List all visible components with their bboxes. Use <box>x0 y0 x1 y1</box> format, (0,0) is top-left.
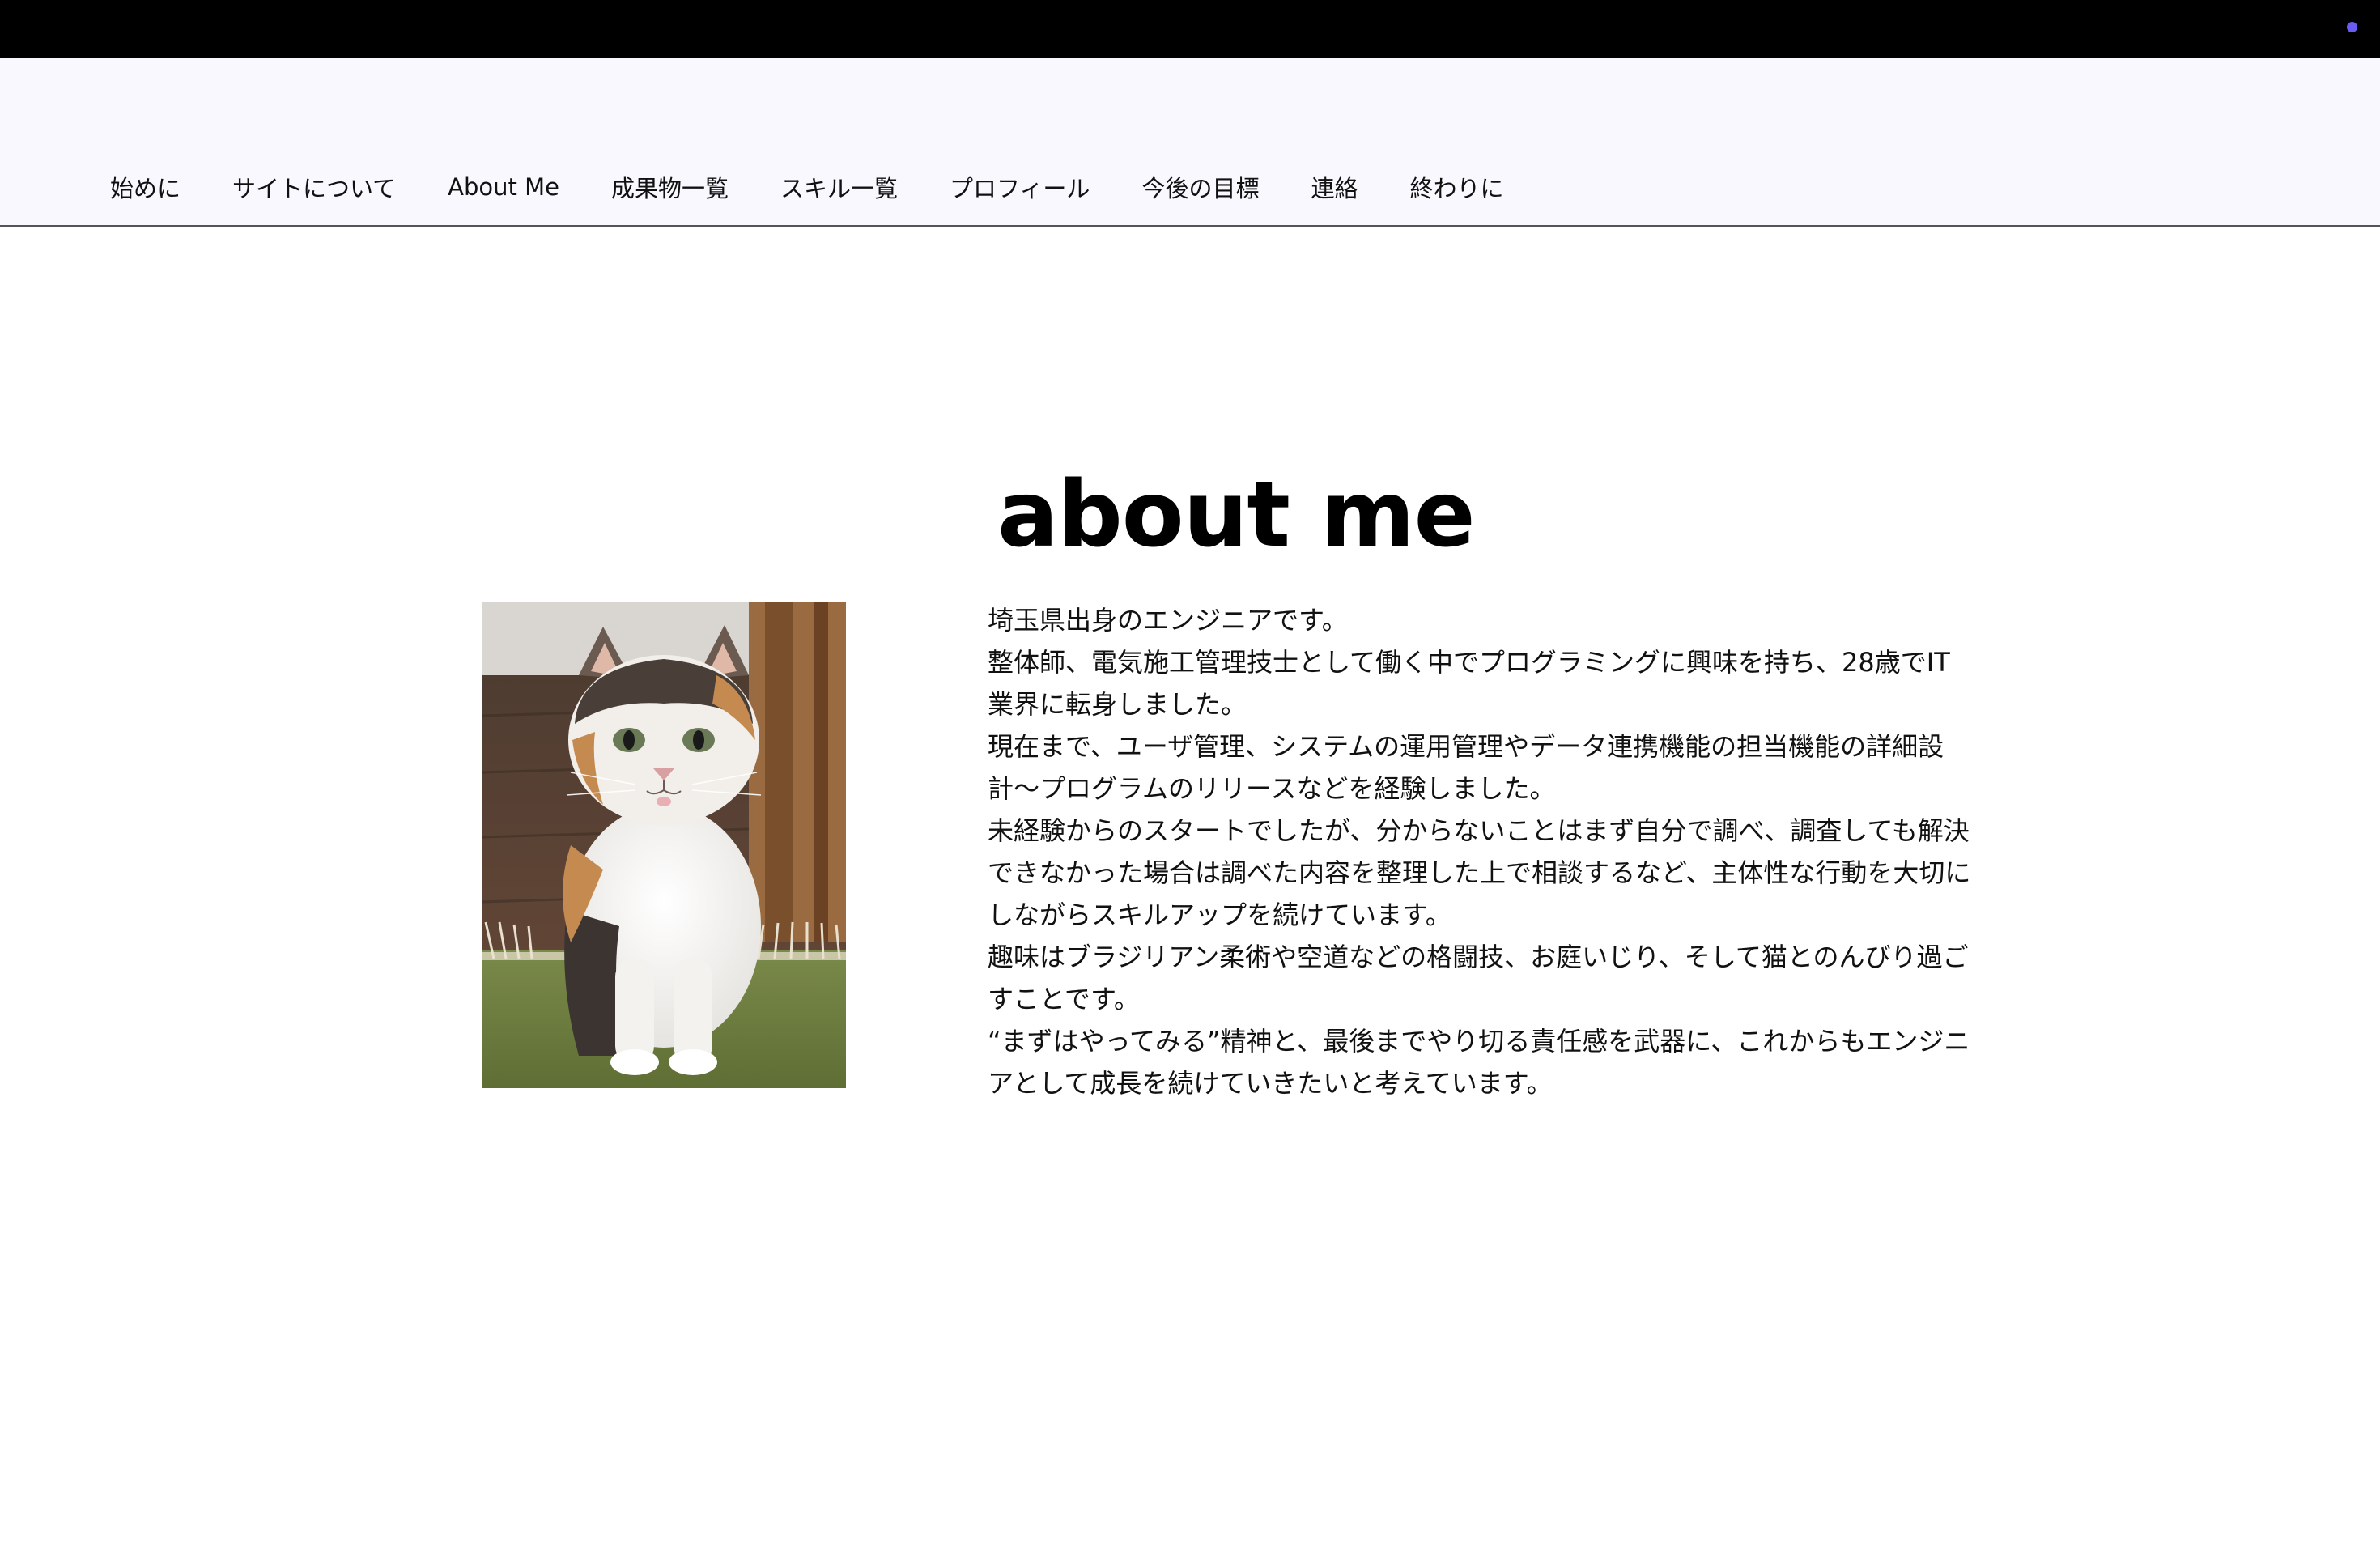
cat-photo <box>482 602 846 1088</box>
bio-paragraph: “まずはやってみる”精神と、最後までやり切る責任感を武器に、これからもエンジニア… <box>988 1026 1970 1099</box>
site-header: 始めに サイトについて About Me 成果物一覧 スキル一覧 プロフィール … <box>0 58 2380 227</box>
about-section: about me 埼玉県出身のエンジニアです。 整体師、電気施工管理技士として働… <box>0 227 2380 1548</box>
nav-item-works[interactable]: 成果物一覧 <box>611 170 729 204</box>
about-bio: 埼玉県出身のエンジニアです。 整体師、電気施工管理技士として働く中でプログラミン… <box>988 599 1975 1104</box>
nav-item-site[interactable]: サイトについて <box>232 170 396 204</box>
status-dot-icon <box>2347 22 2357 32</box>
bio-paragraph: 現在まで、ユーザ管理、システムの運用管理やデータ連携機能の担当機能の詳細設計〜プ… <box>988 731 1944 804</box>
top-bar <box>0 0 2380 58</box>
bio-paragraph: 趣味はブラジリアン柔術や空道などの格闘技、お庭いじり、そして猫とのんびり過ごすこ… <box>988 942 1969 1014</box>
nav-item-hajimeni[interactable]: 始めに <box>110 170 181 204</box>
page-title: about me <box>997 462 1476 568</box>
bio-paragraph: 埼玉県出身のエンジニアです。 <box>988 605 1348 636</box>
global-nav: 始めに サイトについて About Me 成果物一覧 スキル一覧 プロフィール … <box>110 170 1503 204</box>
nav-item-contact[interactable]: 連絡 <box>1311 170 1358 204</box>
bio-paragraph: 整体師、電気施工管理技士として働く中でプログラミングに興味を持ち、28歳でIT業… <box>988 647 1950 720</box>
nav-item-profile[interactable]: プロフィール <box>950 170 1090 204</box>
nav-item-goals[interactable]: 今後の目標 <box>1141 170 1259 204</box>
nav-item-skills[interactable]: スキル一覧 <box>780 170 898 204</box>
nav-item-owarini[interactable]: 終わりに <box>1409 170 1503 204</box>
nav-item-about-me[interactable]: About Me <box>448 173 559 201</box>
bio-paragraph: 未経験からのスタートでしたが、分からないことはまず自分で調べ、調査しても解決でき… <box>988 815 1971 930</box>
